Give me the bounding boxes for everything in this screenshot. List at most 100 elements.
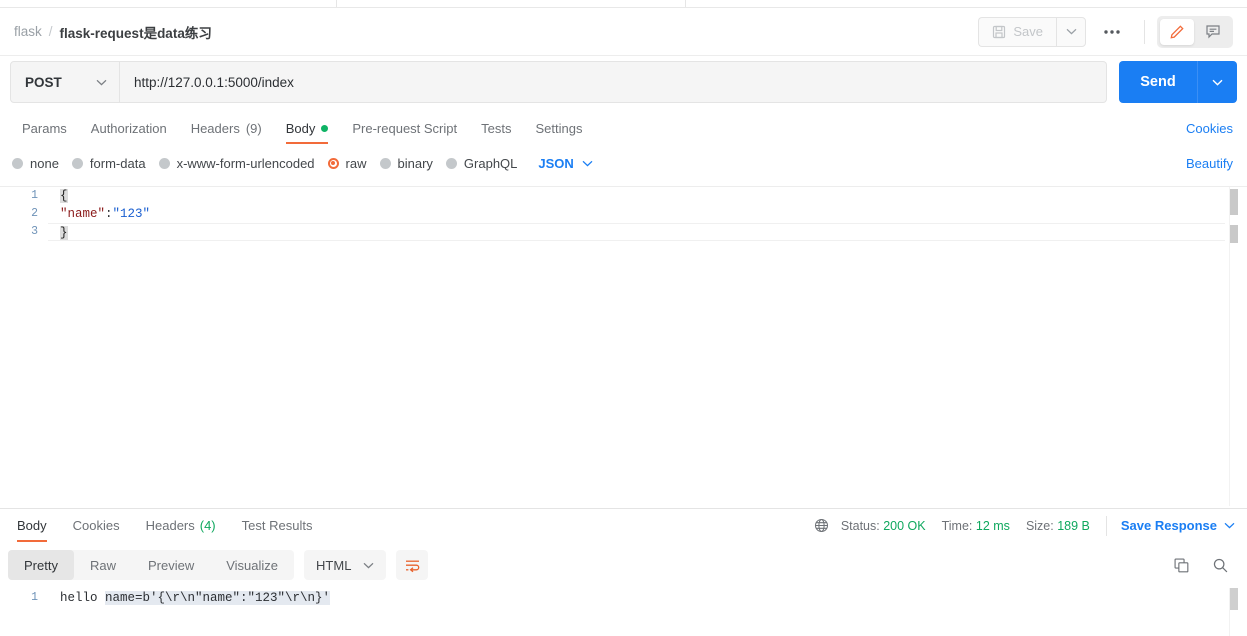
request-header: flask / flask-request是data练习 Save bbox=[0, 8, 1247, 56]
response-tab-headers[interactable]: Headers (4) bbox=[133, 509, 229, 543]
chevron-down-icon bbox=[96, 79, 107, 85]
method-select[interactable]: POST bbox=[10, 61, 120, 103]
send-options-button[interactable] bbox=[1197, 61, 1237, 103]
view-mode-pretty[interactable]: Pretty bbox=[8, 550, 74, 580]
url-value: http://127.0.0.1:5000/index bbox=[134, 74, 294, 90]
copy-icon[interactable] bbox=[1173, 557, 1190, 574]
body-type-label: form-data bbox=[89, 155, 146, 171]
response-tab-cookies[interactable]: Cookies bbox=[60, 509, 133, 543]
chevron-down-icon bbox=[1066, 28, 1076, 35]
body-type-label: GraphQL bbox=[463, 155, 518, 171]
search-icon[interactable] bbox=[1212, 557, 1229, 574]
radio-icon bbox=[12, 157, 23, 169]
editor-scrollbar-thumb-secondary[interactable] bbox=[1230, 225, 1238, 243]
url-bar: POST http://127.0.0.1:5000/index Send bbox=[10, 60, 1237, 104]
response-body-viewer[interactable]: 1 hello name=b'{\r\n"name":"123"\r\n}' bbox=[0, 588, 1247, 636]
word-wrap-icon bbox=[405, 560, 420, 572]
status-value: 200 OK bbox=[883, 518, 926, 533]
globe-icon[interactable] bbox=[814, 518, 829, 533]
cookies-link[interactable]: Cookies bbox=[1186, 121, 1233, 136]
response-tab-label: Headers bbox=[145, 518, 195, 533]
body-type-row: none form-data x-www-form-urlencoded raw… bbox=[0, 148, 1247, 178]
size-item: Size: 189 B bbox=[1026, 519, 1090, 533]
tab-tests[interactable]: Tests bbox=[469, 112, 523, 144]
chevron-down-icon bbox=[582, 160, 593, 166]
response-scrollbar-thumb[interactable] bbox=[1230, 588, 1238, 610]
view-mode-raw[interactable]: Raw bbox=[74, 550, 132, 580]
tab-label: Authorization bbox=[90, 120, 167, 136]
response-toolbar: Pretty Raw Preview Visualize HTML bbox=[8, 546, 1247, 584]
url-input[interactable]: http://127.0.0.1:5000/index bbox=[120, 61, 1107, 103]
breadcrumb-request-name[interactable]: flask-request是data练习 bbox=[60, 22, 212, 42]
tab-settings[interactable]: Settings bbox=[523, 112, 594, 144]
chevron-down-icon bbox=[1212, 79, 1223, 86]
response-tab-label: Test Results bbox=[241, 518, 313, 533]
pencil-icon bbox=[1170, 24, 1184, 39]
body-type-label: binary bbox=[397, 155, 433, 171]
comment-mode-button[interactable] bbox=[1196, 19, 1230, 45]
response-format-select[interactable]: HTML bbox=[304, 550, 387, 580]
view-mode-preview[interactable]: Preview bbox=[132, 550, 210, 580]
response-headers-count: (4) bbox=[199, 518, 216, 533]
body-type-none[interactable]: none bbox=[10, 156, 70, 171]
header-divider bbox=[1144, 19, 1145, 44]
body-type-label: x-www-form-urlencoded bbox=[176, 155, 315, 171]
view-toggle-group bbox=[1157, 15, 1233, 48]
tab-label: Body bbox=[285, 120, 316, 136]
word-wrap-button[interactable] bbox=[396, 550, 429, 580]
radio-icon bbox=[445, 157, 457, 169]
body-type-binary[interactable]: binary bbox=[378, 156, 444, 171]
breadcrumb-collection[interactable]: flask bbox=[14, 24, 42, 39]
body-type-graphql[interactable]: GraphQL bbox=[444, 156, 528, 171]
response-body-gutter: 1 bbox=[0, 588, 48, 608]
tab-authorization[interactable]: Authorization bbox=[79, 112, 179, 144]
method-label: POST bbox=[25, 74, 62, 90]
save-button-label: Save bbox=[1013, 24, 1043, 39]
json-open-brace: { bbox=[60, 189, 68, 203]
postman-window: flask / flask-request是data练习 Save POST h… bbox=[0, 0, 1247, 636]
status-label: Status: bbox=[840, 518, 880, 533]
save-options-button[interactable] bbox=[1056, 16, 1086, 47]
save-button[interactable]: Save bbox=[978, 16, 1056, 47]
size-value: 189 B bbox=[1057, 518, 1090, 533]
more-actions-button[interactable] bbox=[1092, 17, 1132, 47]
header-actions: Save bbox=[978, 15, 1233, 48]
radio-selected-icon bbox=[327, 157, 339, 169]
request-body-editor[interactable]: 1 2 3 { "name":"123" } bbox=[0, 186, 1247, 506]
tab-headers[interactable]: Headers (9) bbox=[179, 112, 274, 144]
line-number: 1 bbox=[31, 591, 38, 604]
comment-icon bbox=[1206, 25, 1220, 39]
beautify-link[interactable]: Beautify bbox=[1186, 156, 1233, 171]
editor-code-area[interactable]: { "name":"123" } bbox=[48, 187, 1225, 506]
body-format-label: JSON bbox=[538, 155, 574, 171]
edit-mode-button[interactable] bbox=[1160, 18, 1194, 45]
tab-strip bbox=[0, 0, 1247, 8]
body-format-select[interactable]: JSON bbox=[538, 155, 593, 171]
radio-icon bbox=[158, 157, 170, 169]
body-type-form-data[interactable]: form-data bbox=[70, 156, 157, 171]
response-tab-body[interactable]: Body bbox=[4, 509, 60, 543]
send-button[interactable]: Send bbox=[1119, 61, 1197, 103]
chevron-down-icon bbox=[363, 562, 374, 568]
request-tabs: Params Authorization Headers (9) Body Pr… bbox=[0, 112, 1247, 144]
body-type-urlencoded[interactable]: x-www-form-urlencoded bbox=[157, 156, 326, 171]
body-type-label: none bbox=[30, 155, 59, 171]
response-tab-label: Cookies bbox=[72, 518, 120, 533]
size-label: Size: bbox=[1025, 518, 1054, 533]
tab-body[interactable]: Body bbox=[274, 112, 341, 144]
line-number: 2 bbox=[31, 207, 38, 220]
body-type-raw[interactable]: raw bbox=[326, 156, 378, 171]
response-tab-test-results[interactable]: Test Results bbox=[229, 509, 326, 543]
editor-gutter: 1 2 3 bbox=[0, 187, 48, 506]
json-key: "name" bbox=[60, 207, 106, 221]
tab-label: Pre-request Script bbox=[352, 120, 458, 136]
save-response-button[interactable]: Save Response bbox=[1121, 518, 1235, 533]
code-line: { bbox=[48, 187, 1225, 205]
editor-scrollbar-thumb[interactable] bbox=[1230, 189, 1238, 215]
tab-params[interactable]: Params bbox=[10, 112, 79, 144]
tab-label: Settings bbox=[535, 120, 583, 136]
ooo-icon bbox=[1104, 29, 1120, 34]
tab-pre-request-script[interactable]: Pre-request Script bbox=[340, 112, 469, 144]
json-value: "123" bbox=[112, 207, 151, 221]
view-mode-visualize[interactable]: Visualize bbox=[210, 550, 294, 580]
